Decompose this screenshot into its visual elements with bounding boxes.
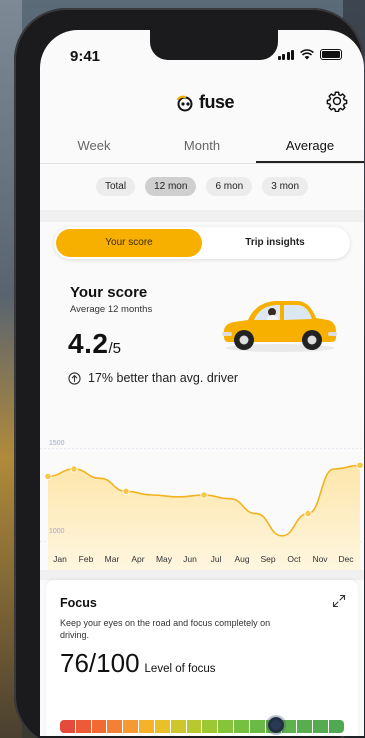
x-axis-label: Oct: [287, 554, 301, 564]
gauge-segment: [123, 720, 139, 733]
score-out-of: /5: [108, 340, 121, 357]
gauge-segment: [297, 720, 313, 733]
focus-value: 76/100: [60, 648, 140, 678]
gauge-segment: [313, 720, 329, 733]
ytick-label-low: 1000: [49, 528, 65, 535]
phone-notch: [150, 30, 278, 60]
x-axis-label: May: [155, 554, 173, 564]
gauge-segment: [218, 720, 234, 733]
score-comparison: 17% better than avg. driver: [68, 371, 238, 385]
signal-icon: [277, 49, 294, 60]
x-axis-label: Aug: [234, 554, 250, 564]
gauge-segment: [329, 720, 344, 733]
app-name: fuse: [199, 92, 235, 112]
x-axis-label: Feb: [78, 554, 94, 564]
battery-icon: [320, 49, 342, 60]
chart-data-point: [304, 509, 312, 518]
tab-month[interactable]: Month: [148, 134, 256, 163]
score-segmented-control: Your score Trip insights: [54, 227, 350, 259]
score-number: 4.2: [68, 328, 109, 359]
gauge-segment: [186, 720, 202, 733]
gauge-segment: [139, 720, 154, 733]
x-axis-label: Mar: [104, 554, 120, 564]
score-title: Your score: [70, 284, 148, 301]
gauge-segment: [249, 720, 265, 733]
x-axis-label: Dec: [338, 554, 354, 564]
status-time: 9:41: [70, 48, 101, 65]
focus-card: Focus Keep your eyes on the road and foc…: [46, 580, 358, 736]
period-tabs: Week Month Average: [40, 134, 364, 164]
gauge-segment: [170, 720, 186, 733]
score-value: 4.2/5: [68, 328, 121, 360]
focus-value-label: Level of focus: [144, 663, 216, 675]
gauge-segment: [202, 720, 218, 733]
gauge-indicator: [267, 717, 284, 733]
focus-gauge: [60, 720, 344, 733]
expand-icon[interactable]: [332, 594, 346, 608]
chart-data-point: [356, 461, 364, 469]
chip-total[interactable]: Total: [95, 177, 136, 196]
gauge-segment: [154, 720, 170, 733]
score-chart-svg: [40, 448, 364, 570]
gauge-segment: [107, 720, 123, 733]
x-axis-label: Nov: [312, 554, 328, 564]
x-axis-label: Apr: [131, 554, 145, 564]
section-divider: [40, 210, 364, 222]
tab-average[interactable]: Average: [256, 134, 364, 163]
tab-week[interactable]: Week: [40, 134, 148, 163]
score-chart: 1500 1000: [40, 410, 364, 570]
segment-trip-insights[interactable]: Trip insights: [202, 229, 348, 257]
chip-6-months[interactable]: 6 mon: [206, 177, 253, 196]
ytick-label-high: 1500: [49, 440, 65, 447]
x-axis-label: Jul: [210, 554, 222, 564]
focus-description: Keep your eyes on the road and focus com…: [60, 618, 271, 640]
chart-data-point: [44, 472, 52, 481]
car-illustration: [222, 301, 337, 352]
gauge-segment: [91, 720, 107, 733]
score-subtitle: Average 12 months: [70, 304, 153, 315]
month-axis: Jan Feb Mar Apr May Jun Jul Aug Sep Oct Nov Dec: [40, 554, 364, 568]
range-chips: Total 12 mon 6 mon 3 mon: [40, 177, 364, 196]
x-axis-label: Jan: [53, 554, 67, 564]
fuse-logo-icon: [176, 95, 193, 111]
gear-icon[interactable]: [326, 90, 348, 112]
wifi-icon: [300, 49, 314, 60]
segment-your-score[interactable]: Your score: [56, 229, 202, 257]
app-screen: 9:41 fuse Week Month Average Total 12 mo…: [40, 30, 364, 736]
section-divider: [40, 570, 364, 580]
chart-data-point: [200, 491, 208, 499]
gauge-segment: [234, 720, 249, 733]
comparison-text: 17% better than avg. driver: [88, 371, 239, 385]
status-icons: [277, 49, 342, 60]
arrow-up-circle-icon: [68, 371, 81, 385]
chip-12-months[interactable]: 12 mon: [145, 177, 197, 196]
x-axis-label: Jun: [183, 554, 197, 564]
phone-frame: 9:41 fuse Week Month Average Total 12 mo…: [14, 8, 364, 738]
chart-data-point: [122, 487, 130, 495]
focus-score: 76/100 Level of focus: [60, 648, 216, 679]
app-header: fuse: [40, 88, 364, 118]
gauge-segment: [60, 720, 75, 733]
x-axis-label: Sep: [260, 554, 276, 564]
chart-data-point: [70, 465, 78, 473]
chip-3-months[interactable]: 3 mon: [262, 177, 309, 196]
focus-title: Focus: [60, 596, 97, 610]
app-logo: fuse: [174, 92, 235, 113]
gauge-segment: [75, 720, 91, 733]
